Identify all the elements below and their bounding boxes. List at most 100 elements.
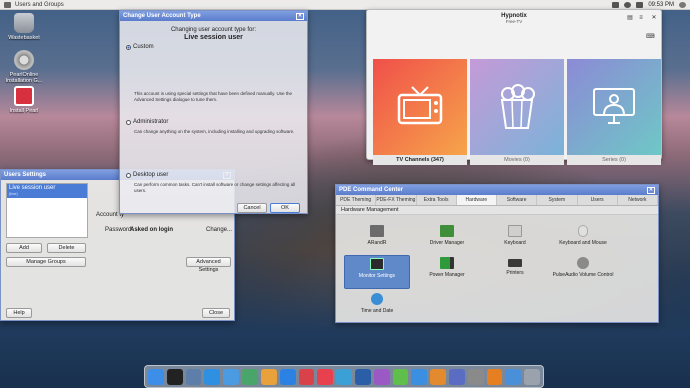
dock-camera-icon[interactable] bbox=[336, 368, 352, 385]
dock-settings-icon[interactable] bbox=[467, 368, 484, 385]
dock-books-icon[interactable] bbox=[430, 368, 446, 385]
manage-groups-button[interactable]: Manage Groups bbox=[6, 257, 86, 267]
card-label: Movies (0) bbox=[470, 155, 564, 165]
close-button[interactable]: Close bbox=[202, 308, 230, 318]
tool-time-and-date[interactable]: Time and Date bbox=[344, 291, 410, 325]
series-art bbox=[567, 59, 661, 155]
tool-printers[interactable]: Printers bbox=[482, 255, 548, 289]
close-icon[interactable]: ✕ bbox=[296, 12, 304, 20]
dock-app-store-icon[interactable] bbox=[279, 368, 296, 385]
desktop-icon-pearlonline[interactable]: PearlOnline Installation G... bbox=[0, 50, 48, 84]
dock-k-app-icon[interactable] bbox=[354, 368, 371, 385]
radio-indicator[interactable] bbox=[126, 44, 131, 50]
display-icon bbox=[370, 225, 384, 237]
tool-pulseaudio[interactable]: PulseAudio Volume Control bbox=[550, 255, 616, 289]
dock-safari-icon[interactable] bbox=[204, 368, 221, 385]
desktop-icon-wastebasket[interactable]: Wastebasket bbox=[0, 13, 48, 41]
radio-indicator[interactable] bbox=[126, 172, 131, 178]
tool-label: Keyboard and Mouse bbox=[559, 240, 607, 246]
battery-icon[interactable] bbox=[636, 1, 644, 8]
delete-user-button[interactable]: Delete bbox=[47, 243, 86, 253]
radio-indicator[interactable] bbox=[126, 119, 131, 125]
dock-app-store-2-icon[interactable] bbox=[411, 368, 428, 385]
network-icon[interactable] bbox=[612, 1, 620, 8]
dock-mail-icon[interactable] bbox=[223, 368, 240, 385]
tool-keyboard-and-mouse[interactable]: Keyboard and Mouse bbox=[550, 223, 616, 257]
user-sub: (live) bbox=[9, 191, 18, 196]
desktop-icon-label: PearlOnline Installation G... bbox=[5, 72, 43, 84]
password-label: Password: bbox=[105, 227, 134, 233]
tv-art bbox=[373, 59, 467, 155]
desktop-icon-install-pearl[interactable]: Install Pearl bbox=[0, 86, 48, 114]
card-label: Series (0) bbox=[567, 155, 661, 165]
monitor-icon bbox=[370, 258, 384, 270]
dock-music-icon[interactable] bbox=[317, 368, 334, 385]
tool-power-manager[interactable]: Power Manager bbox=[414, 255, 480, 289]
dock-vlc-icon[interactable] bbox=[486, 368, 503, 385]
change-account-type-dialog: Change User Account Type ✕ Changing user… bbox=[119, 10, 308, 214]
dock-trash-icon[interactable] bbox=[524, 368, 541, 385]
user-list[interactable]: Live session user (live) bbox=[6, 183, 88, 238]
tv-channels-card[interactable]: TV Channels (347) bbox=[373, 59, 467, 165]
tool-arandr[interactable]: ARandR bbox=[344, 223, 410, 257]
help-button[interactable]: Help bbox=[6, 308, 32, 318]
clock[interactable]: 09:53 PM bbox=[648, 2, 674, 8]
radio-administrator[interactable]: Administrator bbox=[126, 119, 168, 125]
tab-pde-fx-theming[interactable]: PDE-FX Theming bbox=[376, 195, 417, 205]
dock-terminal-icon[interactable] bbox=[166, 368, 183, 385]
app-menu-icon[interactable] bbox=[4, 1, 11, 8]
mouse-icon bbox=[578, 225, 588, 237]
close-icon[interactable]: ✕ bbox=[647, 186, 655, 194]
radio-custom[interactable]: Custom bbox=[126, 44, 154, 50]
desktop-icon-label: Wastebasket bbox=[8, 35, 40, 41]
series-card[interactable]: Series (0) bbox=[567, 59, 661, 165]
card-label: TV Channels (347) bbox=[373, 155, 467, 165]
radio-desktop-user[interactable]: Desktop user bbox=[126, 172, 168, 178]
tab-system[interactable]: System bbox=[537, 195, 578, 205]
close-icon[interactable]: ✕ bbox=[650, 14, 658, 22]
tool-driver-manager[interactable]: Driver Manager bbox=[414, 223, 480, 257]
dock-launchpad-icon[interactable] bbox=[185, 368, 202, 385]
ok-button[interactable]: OK bbox=[270, 203, 300, 213]
tab-network[interactable]: Network bbox=[618, 195, 658, 205]
dock-pocket-icon[interactable] bbox=[298, 368, 315, 385]
tab-users[interactable]: Users bbox=[578, 195, 618, 205]
dock-folder-icon[interactable] bbox=[505, 368, 522, 385]
cancel-button[interactable]: Cancel bbox=[237, 203, 267, 213]
tool-monitor-settings[interactable]: Monitor Settings bbox=[344, 255, 410, 289]
tool-label: Printers bbox=[506, 270, 524, 276]
tab-extra-tools[interactable]: Extra Tools bbox=[417, 195, 457, 205]
keyboard-icon bbox=[508, 225, 522, 237]
dock-apps-icon[interactable] bbox=[449, 368, 465, 385]
dock-finder-icon[interactable] bbox=[148, 368, 164, 385]
tab-software[interactable]: Software bbox=[497, 195, 538, 205]
notifications-icon[interactable] bbox=[679, 1, 686, 8]
trash-icon bbox=[14, 13, 34, 33]
movies-art bbox=[470, 59, 564, 155]
heading-text: Changing user account type for: bbox=[170, 27, 257, 33]
title-bar[interactable]: PDE Command Center ✕ bbox=[336, 185, 658, 195]
list-item[interactable]: Live session user (live) bbox=[7, 184, 87, 198]
option-description: Can change anything on the system, inclu… bbox=[134, 129, 295, 134]
tab-hardware[interactable]: Hardware bbox=[456, 195, 497, 205]
chip-icon bbox=[440, 225, 454, 237]
add-user-button[interactable]: Add bbox=[6, 243, 42, 253]
hypnotix-window: Hypnotix Free-TV ▤ ≡ ✕ ⌨ TV Channels (34… bbox=[366, 9, 662, 165]
keyboard-icon[interactable]: ⌨ bbox=[646, 33, 655, 41]
menu-icon[interactable]: ≡ bbox=[637, 14, 645, 22]
volume-icon[interactable] bbox=[624, 1, 632, 8]
dock-audio-icon[interactable] bbox=[373, 368, 390, 385]
dock-media-icon[interactable] bbox=[392, 368, 409, 385]
provider-icon[interactable]: ▤ bbox=[626, 14, 634, 22]
radio-label: Custom bbox=[133, 44, 154, 50]
change-password-link[interactable]: Change... bbox=[206, 227, 232, 233]
dock-photos-icon[interactable] bbox=[260, 368, 277, 385]
dock-maps-icon[interactable] bbox=[242, 368, 258, 385]
tool-keyboard[interactable]: Keyboard bbox=[482, 223, 548, 257]
dialog-heading: Changing user account type for: Live ses… bbox=[120, 27, 307, 41]
advanced-settings-button[interactable]: Advanced Settings bbox=[186, 257, 231, 273]
title-bar[interactable]: Change User Account Type ✕ bbox=[120, 11, 307, 21]
option-description: Can perform common tasks. Can't install … bbox=[134, 182, 296, 193]
movies-card[interactable]: Movies (0) bbox=[470, 59, 564, 165]
tab-pde-theming[interactable]: PDE Theming bbox=[336, 195, 377, 205]
